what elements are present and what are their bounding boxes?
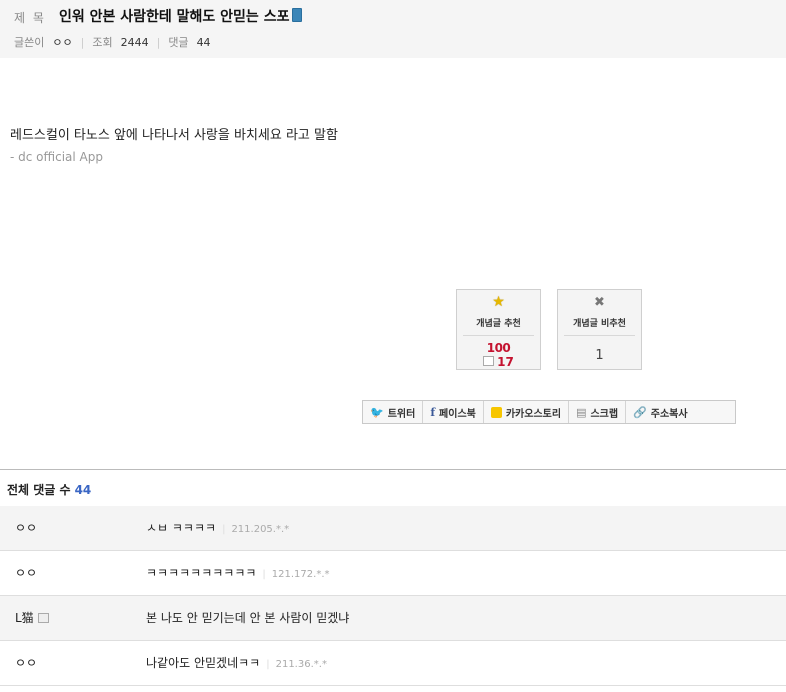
divider	[564, 335, 635, 336]
comment-ip-wrap: | 121.172.*.*	[262, 569, 330, 580]
downvote-button[interactable]: ✖ 개념글 비추천 1	[557, 289, 642, 370]
copy-url-label: 주소복사	[650, 408, 688, 420]
post-title: 인워 안본 사람한테 말해도 안믿는 스포	[59, 6, 303, 26]
scrap-button[interactable]: ▤ 스크랩	[569, 401, 627, 423]
views-label: 조회	[92, 36, 113, 49]
share-twitter-button[interactable]: 🐦 트위터	[363, 401, 424, 423]
comment-text: 나같아도 안믿겠네ㅋㅋ	[146, 656, 261, 670]
fix-count: 17	[497, 355, 514, 369]
post-title-text: 인워 안본 사람한테 말해도 안믿는 스포	[59, 9, 290, 25]
comment-ip-wrap: | 211.36.*.*	[266, 659, 327, 670]
fix-count-wrap: 17	[457, 355, 540, 369]
comment-author[interactable]: ㅇㅇ	[15, 564, 37, 581]
downvote-label: 개념글 비추천	[573, 319, 626, 329]
upvote-count: 100	[486, 341, 511, 355]
downvote-count: 1	[595, 348, 604, 363]
clipboard-icon: ▤	[576, 405, 587, 419]
share-bar: 🐦 트위터 f 페이스북 카카오스토리 ▤ 스크랩 🔗 주소복사	[362, 400, 736, 424]
comment-text: 본 나도 안 믿기는데 안 본 사람이 믿겠냐	[146, 611, 350, 625]
comment-row: ㅇㅇ ㅅㅂ ㅋㅋㅋㅋ | 211.205.*.*	[0, 506, 786, 551]
comments-header-label: 전체 댓글 수	[7, 483, 71, 497]
share-twitter-label: 트위터	[387, 408, 416, 420]
comment-author[interactable]: ㅇㅇ	[15, 654, 37, 671]
comments-label: 댓글	[168, 36, 189, 49]
comments-total: 44	[74, 483, 92, 497]
comment-text: ㅅㅂ ㅋㅋㅋㅋ	[146, 521, 217, 535]
comment-author[interactable]: L猫	[15, 609, 49, 626]
x-icon: ✖	[594, 295, 605, 310]
meta-separator: |	[156, 36, 161, 49]
comment-content: ㅋㅋㅋㅋㅋㅋㅋㅋㅋㅋ | 121.172.*.*	[146, 564, 330, 581]
author-label: 글쓴이	[14, 36, 45, 49]
comment-ip: 121.172.*.*	[271, 569, 330, 580]
comment-row: ㅇㅇ ㅋㅋㅋㅋㅋㅋㅋㅋㅋㅋ | 121.172.*.*	[0, 551, 786, 596]
meta-separator: |	[80, 36, 85, 49]
post-meta: 글쓴이 ㅇㅇ | 조회 2444 | 댓글 44	[14, 34, 211, 50]
share-facebook-button[interactable]: f 페이스북	[423, 401, 484, 423]
comment-author[interactable]: ㅇㅇ	[15, 519, 37, 536]
copy-url-button[interactable]: 🔗 주소복사	[626, 401, 695, 423]
upvote-label: 개념글 추천	[476, 319, 521, 329]
fix-icon	[483, 356, 495, 366]
comment-ip: 211.205.*.*	[231, 524, 290, 535]
title-label: 제 목	[14, 11, 46, 25]
fixed-user-icon	[37, 613, 49, 623]
post-header: 제 목 인워 안본 사람한테 말해도 안믿는 스포 글쓴이 ㅇㅇ | 조회 2444 | 댓…	[0, 0, 786, 58]
twitter-icon: 🐦	[370, 405, 384, 419]
divider	[463, 335, 534, 336]
comments-count: 44	[196, 36, 211, 49]
views-count: 2444	[120, 36, 149, 49]
comments-header: 전체 댓글 수 44	[7, 481, 91, 498]
comment-ip-wrap: | 211.205.*.*	[222, 524, 290, 535]
share-kakaostory-button[interactable]: 카카오스토리	[484, 401, 570, 423]
kakaostory-icon	[490, 406, 502, 418]
share-facebook-label: 페이스북	[439, 408, 476, 420]
comment-ip: 211.36.*.*	[275, 659, 327, 670]
comment-content: 나같아도 안믿겠네ㅋㅋ | 211.36.*.*	[146, 654, 327, 671]
share-kakaostory-label: 카카오스토리	[505, 408, 562, 420]
link-icon: 🔗	[633, 405, 647, 419]
star-icon: ★	[492, 294, 505, 310]
comment-text: ㅋㅋㅋㅋㅋㅋㅋㅋㅋㅋ	[146, 566, 257, 580]
upvote-button[interactable]: ★ 개념글 추천 100 17	[456, 289, 541, 370]
author-name[interactable]: ㅇㅇ	[52, 36, 72, 49]
post-body: 레드스컬이 타노스 앞에 나타나서 사랑을 바치세요 라고 말함	[10, 128, 338, 143]
scrap-label: 스크랩	[590, 408, 619, 420]
comment-row: ㅇㅇ 나같아도 안믿겠네ㅋㅋ | 211.36.*.*	[0, 641, 786, 686]
mobile-icon	[292, 8, 303, 22]
facebook-icon: f	[430, 405, 436, 419]
comment-author-name: L猫	[15, 611, 34, 625]
comment-content: ㅅㅂ ㅋㅋㅋㅋ | 211.205.*.*	[146, 519, 289, 536]
comment-row: L猫 본 나도 안 믿기는데 안 본 사람이 믿겠냐	[0, 596, 786, 641]
app-signature: - dc official App	[10, 150, 103, 164]
comments-divider	[0, 469, 786, 470]
